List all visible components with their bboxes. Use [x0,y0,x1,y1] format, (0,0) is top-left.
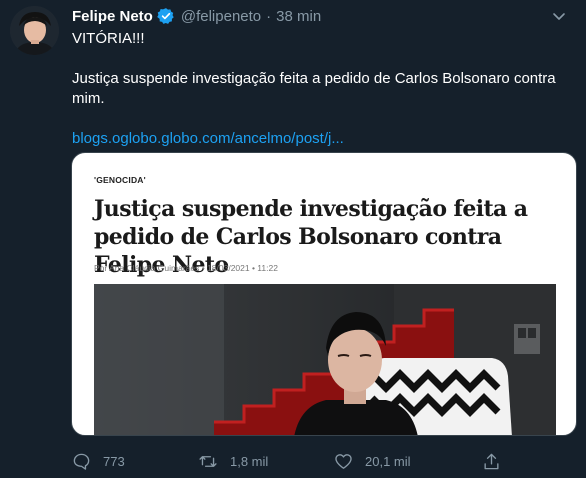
tweet-text-line: Justiça suspende investigação feita a pe… [72,70,556,107]
article-photo [94,284,556,435]
retweet-icon [199,455,217,467]
verified-badge-icon [157,7,175,25]
reply-count: 773 [103,453,125,469]
author-name[interactable]: Felipe Neto [72,8,153,25]
reply-button[interactable]: 773 [72,452,198,471]
author-handle[interactable]: @felipeneto [181,8,261,25]
reply-icon [73,453,90,470]
tweet-text-line: VITÓRIA!!! [72,30,145,47]
retweet-count: 1,8 mil [230,453,269,469]
share-icon [484,453,499,469]
like-count: 20,1 mil [365,453,411,469]
tweet-link[interactable]: blogs.oglobo.globo.com/ancelmo/post/j... [72,130,344,147]
retweet-button[interactable]: 1,8 mil [198,452,334,471]
article-byline: Por Ana Cláudia Guimarães • 18/03/2021 •… [94,263,278,273]
tweet-header: Felipe Neto @felipeneto · 38 min [72,6,321,26]
share-button[interactable] [482,452,501,471]
article-tag: 'GENOCIDA' [94,175,146,185]
tweet[interactable]: Felipe Neto @felipeneto · 38 min VITÓRIA… [0,0,586,478]
separator-dot: · [266,7,272,25]
heart-icon [335,453,352,469]
like-button[interactable]: 20,1 mil [334,452,482,471]
tweet-actions: 773 1,8 mil 20,1 mil [72,450,572,472]
link-preview-card[interactable]: 'GENOCIDA' Justiça suspende investigação… [71,152,577,436]
timestamp[interactable]: 38 min [276,8,321,25]
chevron-down-icon[interactable] [546,6,572,26]
avatar[interactable] [10,6,59,55]
card-content: 'GENOCIDA' Justiça suspende investigação… [72,153,576,435]
tweet-text: VITÓRIA!!! Justiça suspende investigação… [72,29,572,149]
